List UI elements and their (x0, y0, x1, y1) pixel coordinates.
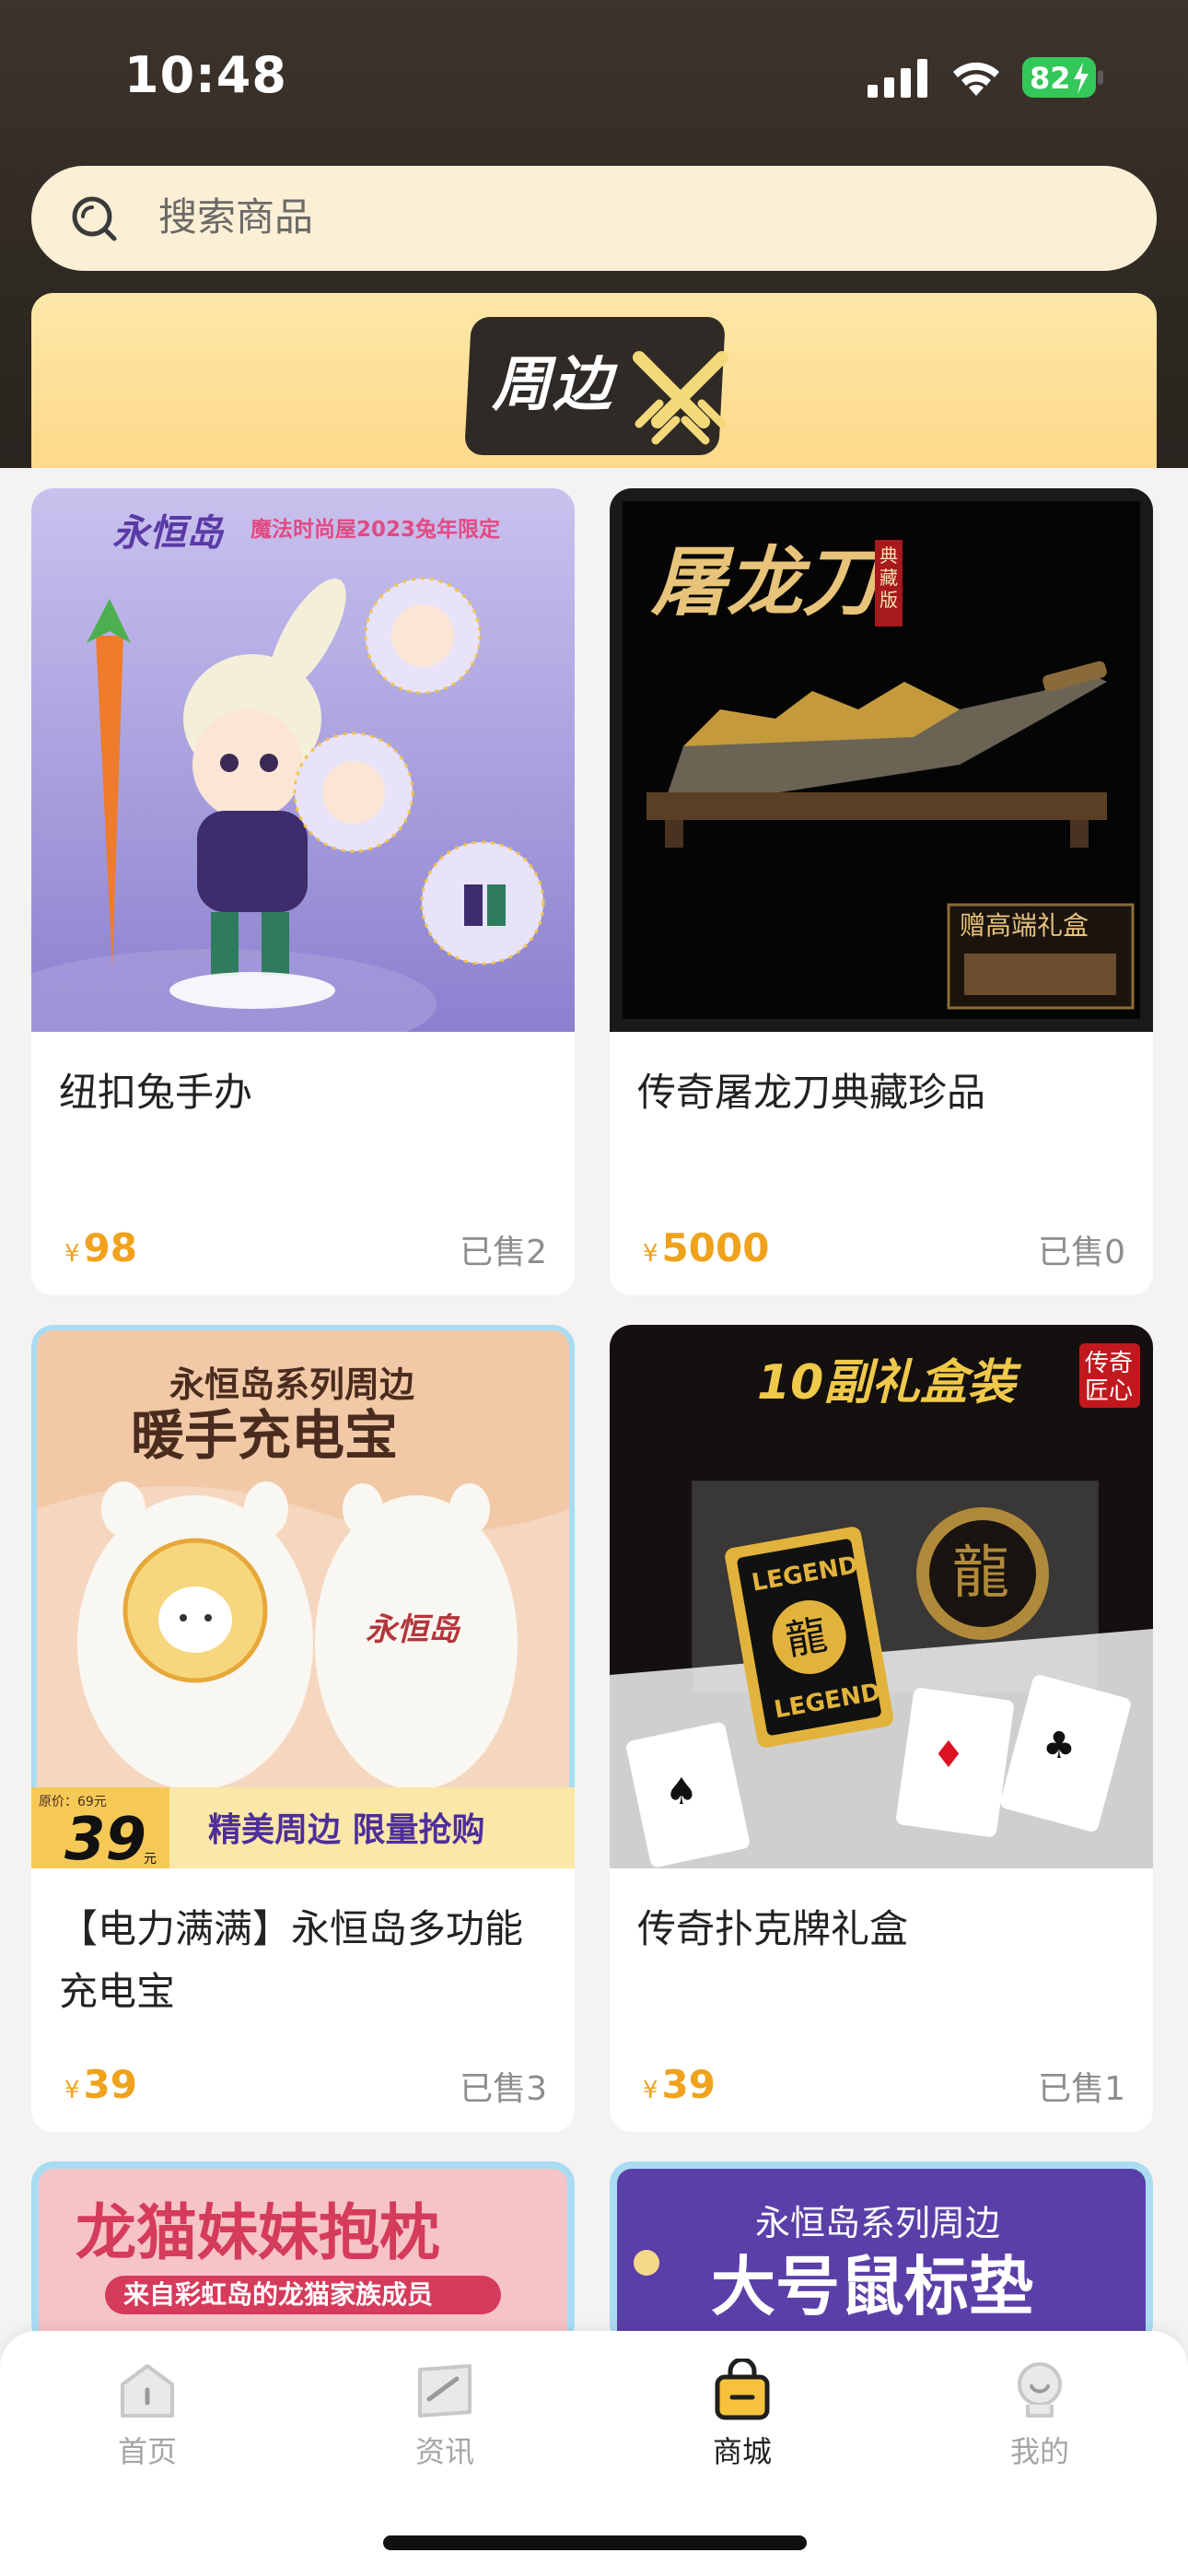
home-icon (121, 2364, 174, 2418)
price-value: 98 (83, 1225, 137, 1270)
price-value: 5000 (661, 1225, 770, 1270)
search-placeholder: 搜索商品 (158, 194, 314, 240)
product-price: ¥39 (643, 2062, 716, 2107)
diamond-icon: ♦ (932, 1734, 965, 1776)
sold-count: 已售2 (460, 1234, 547, 1271)
image-unit: 元 (144, 1852, 157, 1867)
tab-label: 我的 (1009, 2434, 1069, 2469)
product-image-power-bank: 永恒岛系列周边 暖手充电宝 永恒岛 原价：69元 39 元 精美周边 限量抢购 (31, 1325, 575, 1868)
image-headline: 魔法时尚屋2023兔年限定 (250, 517, 500, 542)
shop-bag-icon (715, 2359, 770, 2420)
image-box-label: 赠高端礼盒 (960, 910, 1089, 941)
wifi-icon (953, 62, 999, 96)
profile-icon (1018, 2362, 1062, 2418)
tab-label: 首页 (117, 2434, 177, 2469)
currency-symbol: ¥ (643, 1240, 658, 1268)
currency-symbol: ¥ (64, 2077, 80, 2104)
sold-count: 已售0 (1038, 1234, 1125, 1271)
product-title: 传奇扑克牌礼盒 (637, 1906, 909, 1951)
product-card[interactable]: 永恒岛 魔法时尚屋2023兔年限定 纽扣兔手办 ¥98 已售2 (31, 488, 575, 1295)
image-badge-2: 匠心 (1085, 1377, 1133, 1405)
image-logo: 永恒岛 (366, 1611, 461, 1648)
image-slogan: 精美周边 限量抢购 (208, 1810, 485, 1849)
spade-icon: ♠ (665, 1771, 698, 1813)
image-sub: 来自彩虹岛的龙猫家族成员 (123, 2279, 433, 2310)
tab-label: 商城 (712, 2434, 772, 2469)
cellular-signal-icon (868, 59, 927, 98)
battery-level: 82 (1030, 61, 1071, 96)
tab-home[interactable]: 首页 (55, 2359, 239, 2497)
home-indicator[interactable] (383, 2535, 807, 2550)
product-price: ¥39 (64, 2062, 137, 2107)
image-badge: 典藏版 (879, 544, 898, 611)
product-image-mousepad: 永恒岛系列周边 大号鼠标垫 (610, 2161, 1153, 2346)
category-banner: 周边 (31, 293, 1157, 468)
product-price: ¥5000 (643, 1225, 769, 1270)
product-title: 纽扣兔手办 (59, 1070, 253, 1115)
product-card[interactable]: 永恒岛系列周边 大号鼠标垫 (610, 2161, 1153, 2346)
image-dragon-coin: 龍 (952, 1539, 1009, 1606)
tab-label: 资讯 (414, 2434, 474, 2469)
battery-icon: 82 (1022, 57, 1103, 98)
product-title: 【电力满满】永恒岛多功能充电宝 (59, 1906, 524, 2014)
tab-profile[interactable]: 我的 (948, 2359, 1132, 2497)
product-card[interactable]: 永恒岛系列周边 暖手充电宝 永恒岛 原价：69元 39 元 精美周边 限量抢购 … (31, 1325, 575, 2132)
product-image-rabbit-figure: 永恒岛 魔法时尚屋2023兔年限定 (31, 488, 575, 1032)
product-image-pillow: 龙猫妹妹抱枕 来自彩虹岛的龙猫家族成员 (31, 2161, 575, 2346)
status-time: 10:48 (124, 46, 287, 104)
status-bar: 10:48 82 (0, 0, 1188, 157)
product-image-poker-box: 10副礼盒装 传奇 匠心 LEGEND 龍 LEGEND 龍 ♠ ♦ ♣ (610, 1325, 1153, 1868)
image-line1: 永恒岛系列周边 (169, 1364, 414, 1405)
currency-symbol: ¥ (643, 2077, 658, 2104)
product-card[interactable]: 龙猫妹妹抱枕 来自彩虹岛的龙猫家族成员 (31, 2161, 575, 2346)
image-badge-1: 传奇 (1085, 1350, 1133, 1377)
image-card-dragon: 龍 (783, 1611, 831, 1665)
search-bar[interactable]: 搜索商品 (31, 166, 1157, 271)
image-headline: 10副礼盒装 (757, 1355, 1021, 1411)
club-icon: ♣ (1042, 1725, 1076, 1767)
product-image-dragon-blade: 屠龙刀 典藏版 赠高端礼盒 (610, 488, 1153, 1032)
image-headline: 屠龙刀 (650, 539, 887, 626)
price-value: 39 (661, 2062, 716, 2107)
product-title: 传奇屠龙刀典藏珍品 (637, 1070, 986, 1115)
search-icon (72, 196, 117, 241)
sold-count: 已售1 (1038, 2070, 1125, 2108)
tab-shop[interactable]: 商城 (650, 2359, 834, 2497)
product-price: ¥98 (64, 1225, 137, 1270)
tab-news[interactable]: 资讯 (353, 2359, 537, 2497)
currency-symbol: ¥ (64, 1240, 80, 1268)
product-card[interactable]: 屠龙刀 典藏版 赠高端礼盒 传奇屠龙刀典藏珍品 ¥5000 已售0 (610, 488, 1153, 1295)
crossed-swords-icon (633, 351, 728, 445)
image-logo: 永恒岛 (112, 512, 225, 555)
image-line2: 暖手充电宝 (131, 1404, 398, 1467)
sold-count: 已售3 (460, 2070, 547, 2108)
product-card[interactable]: 10副礼盒装 传奇 匠心 LEGEND 龍 LEGEND 龍 ♠ ♦ ♣ 传奇扑… (610, 1325, 1153, 2132)
news-icon (418, 2364, 472, 2418)
category-tag-label: 周边 (492, 351, 613, 419)
image-line1: 永恒岛系列周边 (755, 2203, 1000, 2243)
image-line2: 大号鼠标垫 (711, 2249, 1033, 2324)
price-value: 39 (83, 2062, 137, 2107)
image-headline: 龙猫妹妹抱枕 (76, 2197, 440, 2268)
image-big-price: 39 (64, 1806, 146, 1868)
